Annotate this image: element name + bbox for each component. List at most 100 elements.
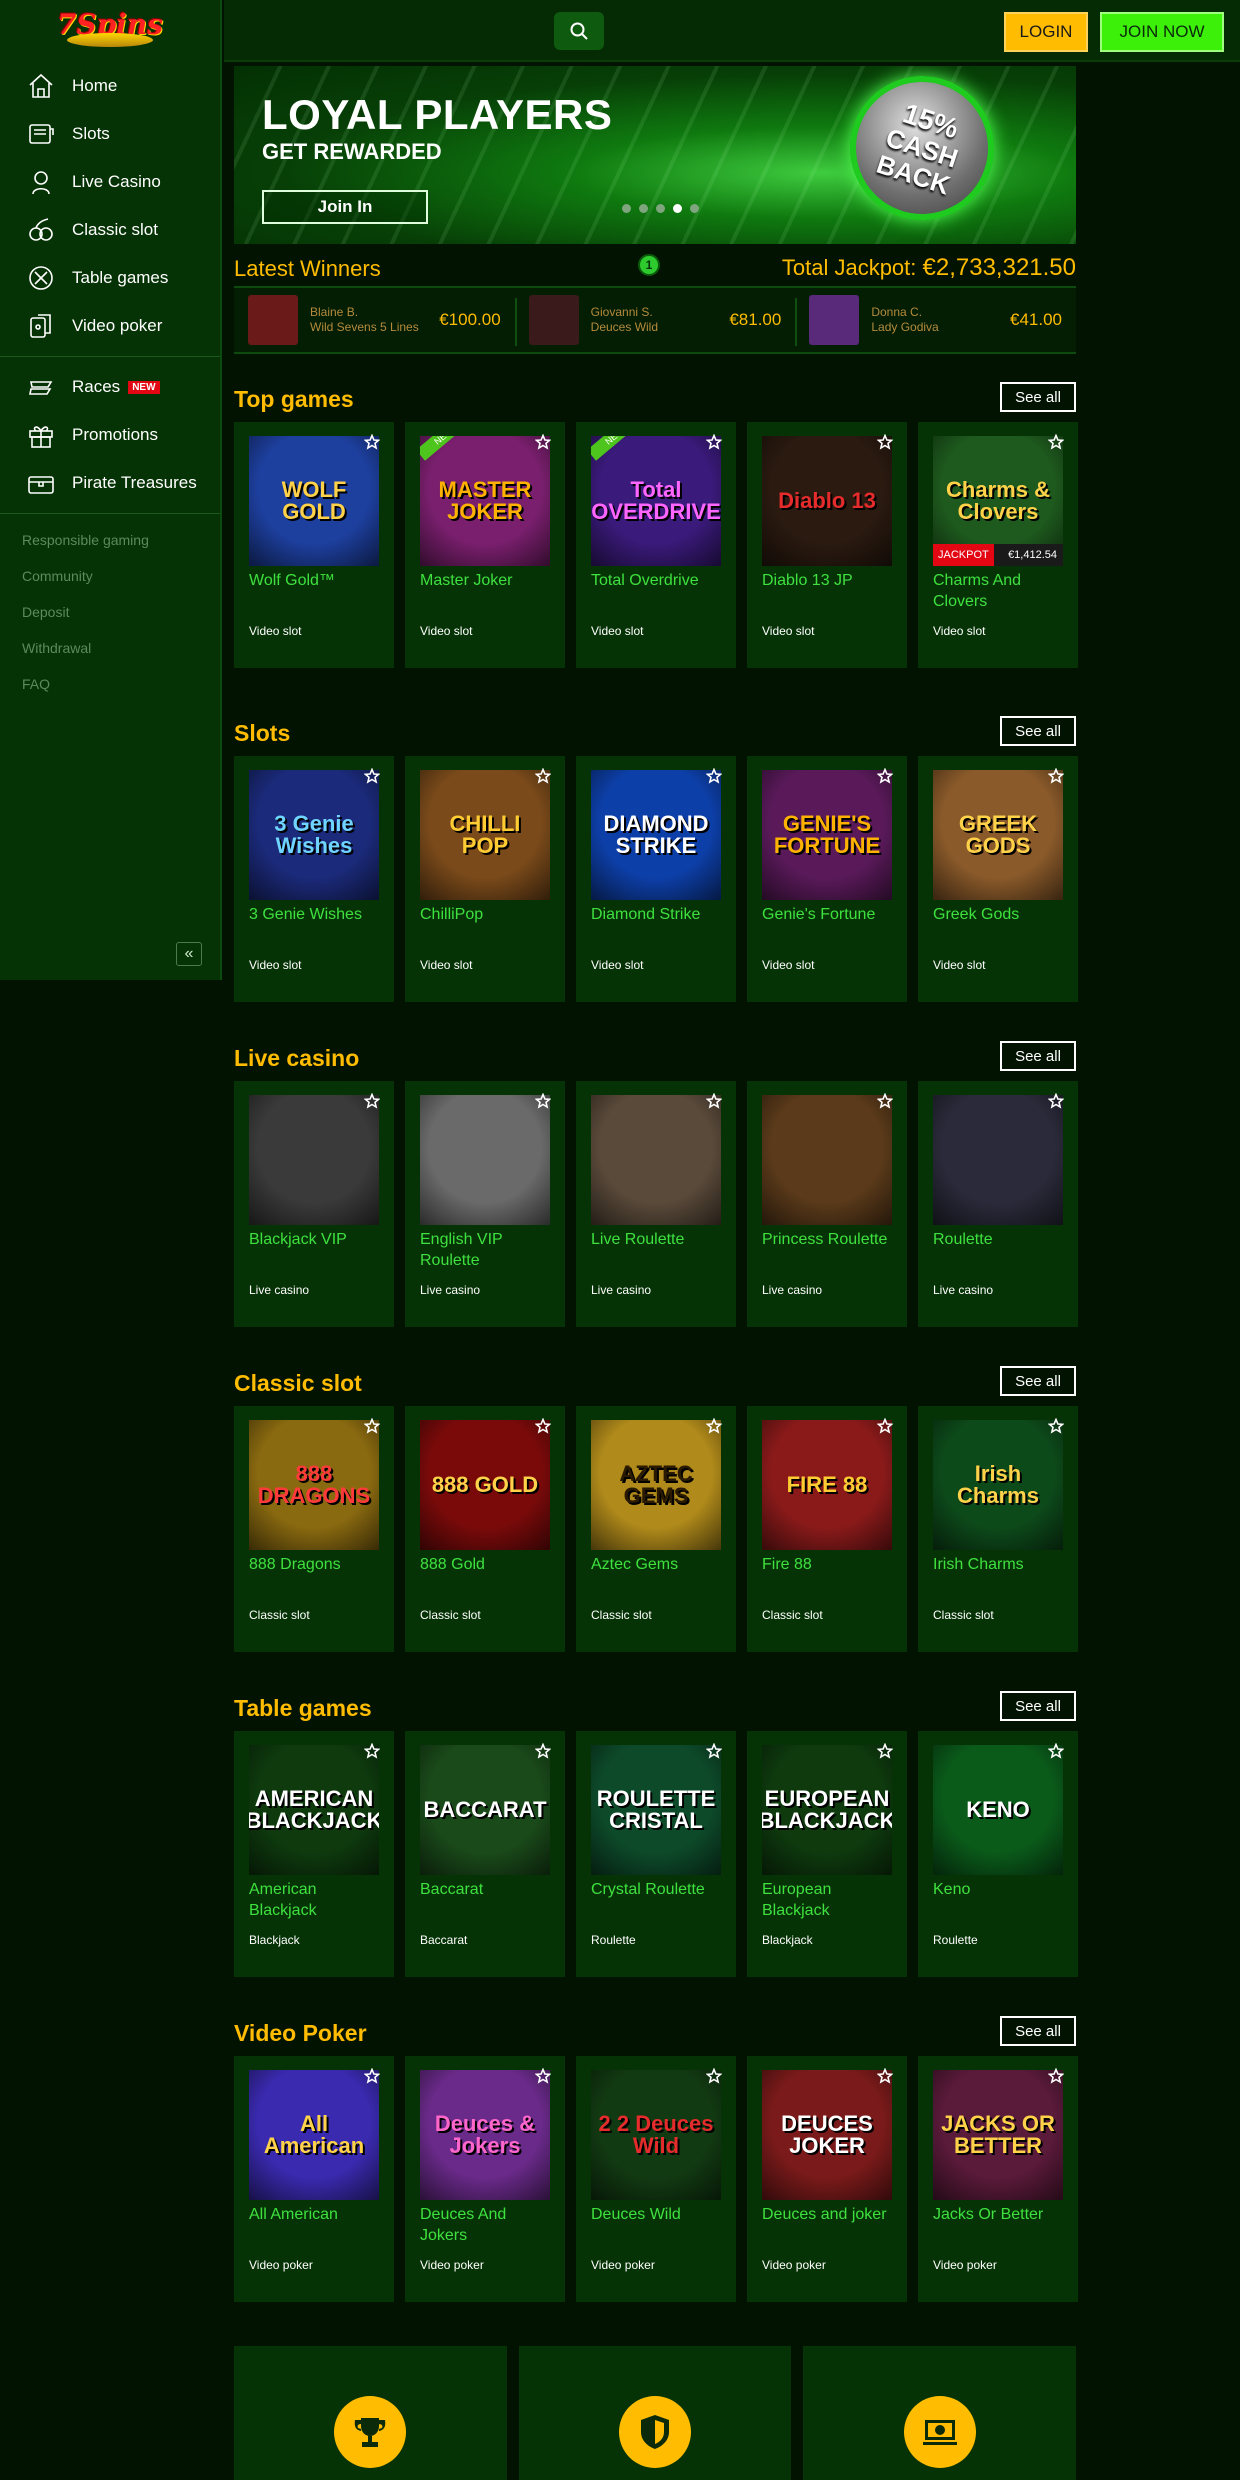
game-name[interactable]: Diamond Strike [591,904,725,925]
favorite-star-icon[interactable] [705,1092,723,1109]
favorite-star-icon[interactable] [876,767,894,784]
game-card[interactable]: Irish Charms Irish Charms Classic slot [918,1406,1078,1652]
favorite-star-icon[interactable] [534,2067,552,2084]
favorite-star-icon[interactable] [876,2067,894,2084]
game-name[interactable]: Deuces And Jokers [420,2204,554,2246]
link-deposit[interactable]: Deposit [0,594,220,630]
carousel-dot[interactable] [673,204,682,213]
winner-entry[interactable]: Giovanni S. Deuces Wild €81.00 [514,288,796,352]
game-name[interactable]: Deuces and joker [762,2204,896,2225]
game-name[interactable]: 888 Gold [420,1554,554,1575]
game-name[interactable]: ChilliPop [420,904,554,925]
see-all-button[interactable]: See all [1000,716,1076,746]
favorite-star-icon[interactable] [363,1417,381,1434]
sidebar-item-video-poker[interactable]: Video poker [0,302,220,350]
see-all-button[interactable]: See all [1000,382,1076,412]
winner-entry[interactable]: Blaine B. Wild Sevens 5 Lines €100.00 [234,288,515,352]
game-name[interactable]: Crystal Roulette [591,1879,725,1900]
game-name[interactable]: European Blackjack [762,1879,896,1921]
favorite-star-icon[interactable] [876,433,894,450]
see-all-button[interactable]: See all [1000,1366,1076,1396]
game-name[interactable]: Fire 88 [762,1554,896,1575]
favorite-star-icon[interactable] [363,2067,381,2084]
favorite-star-icon[interactable] [1047,2067,1065,2084]
favorite-star-icon[interactable] [363,433,381,450]
carousel-dot[interactable] [639,204,648,213]
collapse-sidebar-button[interactable]: « [176,942,202,966]
favorite-star-icon[interactable] [363,1092,381,1109]
game-name[interactable]: Irish Charms [933,1554,1067,1575]
game-card[interactable]: BACCARAT Baccarat Baccarat [405,1731,565,1977]
sidebar-item-table-games[interactable]: Table games [0,254,220,302]
sidebar-item-pirate-treasures[interactable]: Pirate Treasures [0,459,220,507]
game-name[interactable]: English VIP Roulette [420,1229,554,1271]
game-name[interactable]: Greek Gods [933,904,1067,925]
see-all-button[interactable]: See all [1000,1041,1076,1071]
sidebar-item-races[interactable]: Races NEW [0,363,220,411]
favorite-star-icon[interactable] [363,1742,381,1759]
game-name[interactable]: Jacks Or Better [933,2204,1067,2225]
game-card[interactable]: 888 GOLD 888 Gold Classic slot [405,1406,565,1652]
promo-banner[interactable]: LOYAL PLAYERS GET REWARDED Join In 15% C… [234,66,1076,244]
game-card[interactable]: 2 2 Deuces Wild Deuces Wild Video poker [576,2056,736,2302]
winner-entry[interactable]: Donna C. Lady Godiva €41.00 [795,288,1076,352]
game-name[interactable]: All American [249,2204,383,2225]
favorite-star-icon[interactable] [705,1742,723,1759]
game-card[interactable]: AMERICAN BLACKJACK American Blackjack Blac… [234,1731,394,1977]
sidebar-item-slots[interactable]: Slots [0,110,220,158]
game-card[interactable]: DIAMOND STRIKE Diamond Strike Video slot [576,756,736,1002]
game-card[interactable]: Deuces & Jokers Deuces And Jokers Video po… [405,2056,565,2302]
game-card[interactable]: DEUCES JOKER Deuces and joker Video poker [747,2056,907,2302]
game-card[interactable]: WOLF GOLD Wolf Gold™ Video slot [234,422,394,668]
favorite-star-icon[interactable] [1047,1417,1065,1434]
game-card[interactable]: ROULETTE CRISTAL Crystal Roulette Roulette [576,1731,736,1977]
sidebar-item-home[interactable]: Home [0,62,220,110]
game-card[interactable]: GREEK GODS Greek Gods Video slot [918,756,1078,1002]
game-card[interactable]: Princess Roulette Live casino [747,1081,907,1327]
favorite-star-icon[interactable] [876,1417,894,1434]
favorite-star-icon[interactable] [534,1092,552,1109]
game-card[interactable]: All American All American Video poker [234,2056,394,2302]
favorite-star-icon[interactable] [705,2067,723,2084]
sidebar-item-live-casino[interactable]: Live Casino [0,158,220,206]
favorite-star-icon[interactable] [363,767,381,784]
game-name[interactable]: Master Joker [420,570,554,591]
carousel-dot[interactable] [690,204,699,213]
favorite-star-icon[interactable] [1047,767,1065,784]
favorite-star-icon[interactable] [534,1417,552,1434]
search-button[interactable] [554,12,604,50]
game-card[interactable]: JACKS OR BETTER Jacks Or Better Video poke… [918,2056,1078,2302]
game-card[interactable]: Live Roulette Live casino [576,1081,736,1327]
game-card[interactable]: MASTER JOKER NEW Master Joker Video slot [405,422,565,668]
favorite-star-icon[interactable] [1047,433,1065,450]
game-card[interactable]: English VIP Roulette Live casino [405,1081,565,1327]
game-card[interactable]: 888 DRAGONS 888 Dragons Classic slot [234,1406,394,1652]
game-card[interactable]: Total OVERDRIVE NEW Total Overdrive Video s… [576,422,736,668]
favorite-star-icon[interactable] [876,1742,894,1759]
sidebar-item-classic-slot[interactable]: Classic slot [0,206,220,254]
game-card[interactable]: Diablo 13 Diablo 13 JP Video slot [747,422,907,668]
game-name[interactable]: Total Overdrive [591,570,725,591]
game-card[interactable]: GENIE'S FORTUNE Genie's Fortune Video slot [747,756,907,1002]
game-name[interactable]: Princess Roulette [762,1229,896,1250]
game-name[interactable]: 888 Dragons [249,1554,383,1575]
link-responsible-gaming[interactable]: Responsible gaming [0,522,220,558]
sidebar-item-promotions[interactable]: Promotions [0,411,220,459]
carousel-dot[interactable] [656,204,665,213]
carousel-dot[interactable] [622,204,631,213]
site-logo[interactable]: 7Spins [0,0,220,58]
link-withdrawal[interactable]: Withdrawal [0,630,220,666]
game-name[interactable]: Roulette [933,1229,1067,1250]
game-card[interactable]: Charms & Clovers JACKPOT €1,412.54 Charms A… [918,422,1078,668]
banner-join-in-button[interactable]: Join In [262,190,428,224]
game-name[interactable]: Blackjack VIP [249,1229,383,1250]
game-name[interactable]: Diablo 13 JP [762,570,896,591]
join-now-button[interactable]: JOIN NOW [1100,12,1224,52]
game-card[interactable]: AZTEC GEMS Aztec Gems Classic slot [576,1406,736,1652]
game-name[interactable]: Keno [933,1879,1067,1900]
game-name[interactable]: Charms And Clovers [933,570,1067,612]
game-card[interactable]: KENO Keno Roulette [918,1731,1078,1977]
game-name[interactable]: Live Roulette [591,1229,725,1250]
game-name[interactable]: Genie's Fortune [762,904,896,925]
see-all-button[interactable]: See all [1000,1691,1076,1721]
